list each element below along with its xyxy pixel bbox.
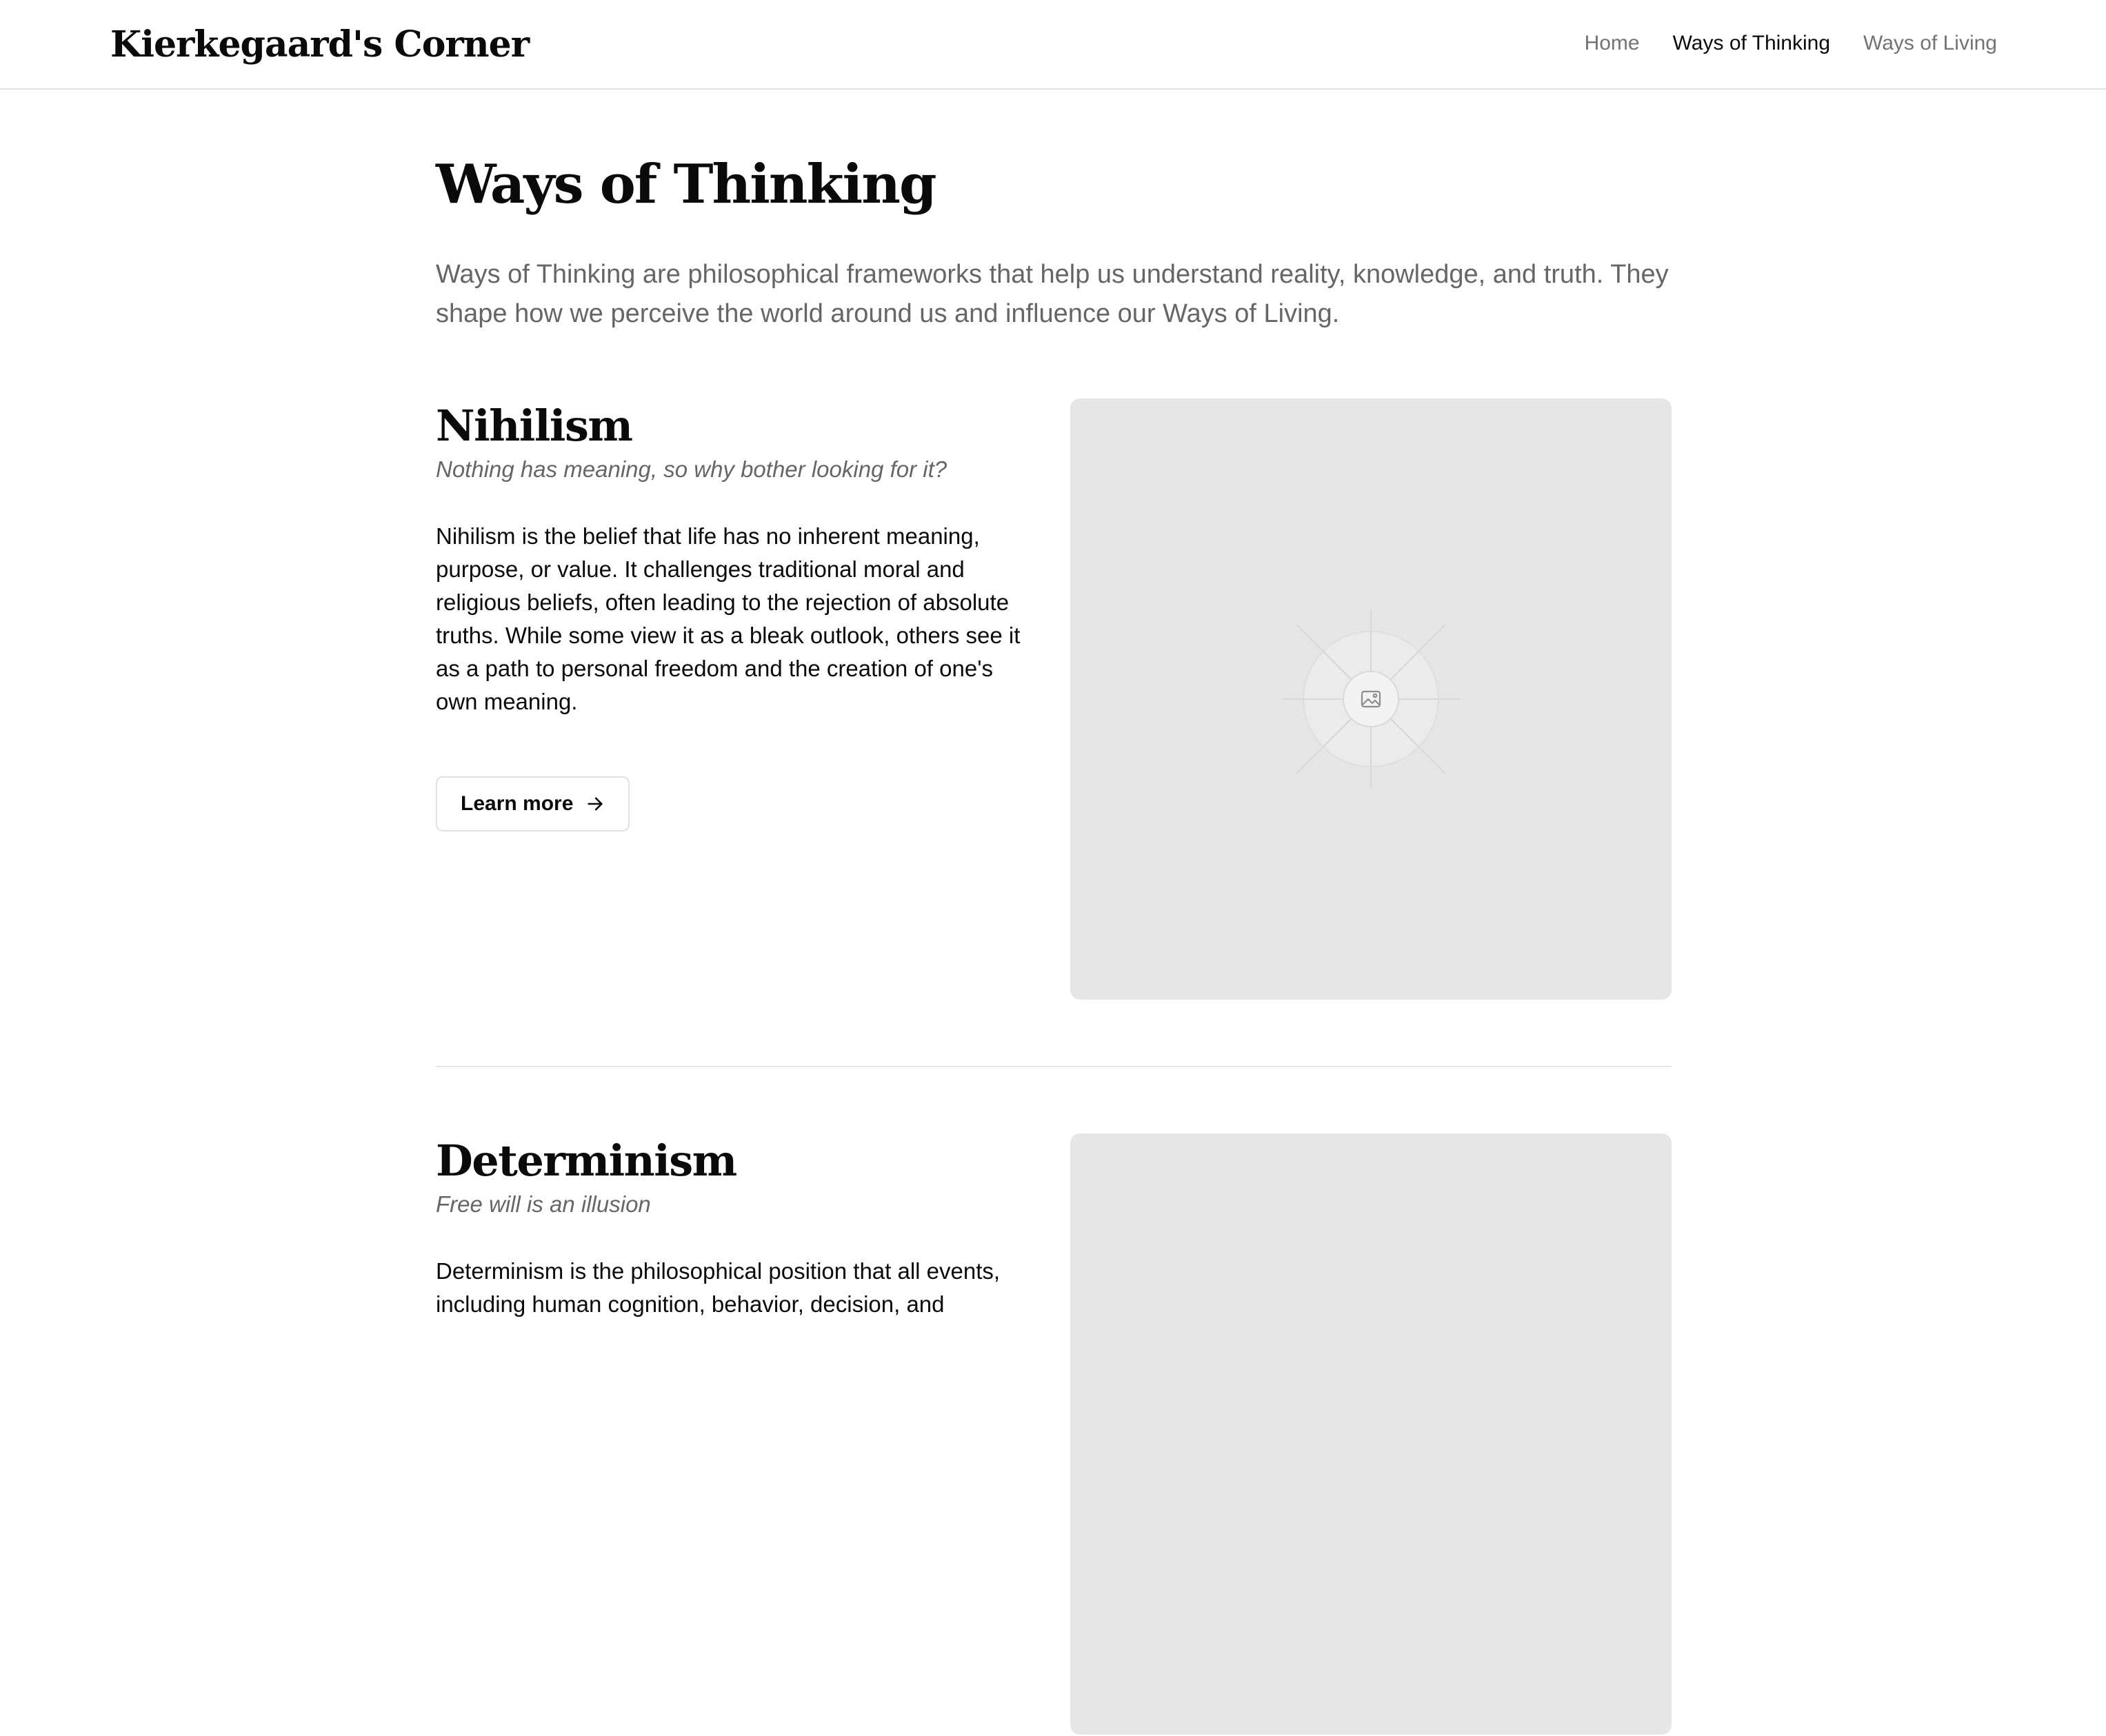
nav-link-ways-of-thinking[interactable]: Ways of Thinking — [1673, 30, 1830, 57]
page-intro: Ways of Thinking are philosophical frame… — [436, 260, 1669, 328]
image-icon — [1281, 609, 1461, 789]
nav-link-home[interactable]: Home — [1585, 30, 1640, 57]
section-description: Determinism is the philosophical positio… — [436, 1258, 1001, 1317]
section-nihilism: Nihilism Nothing has meaning, so why bot… — [436, 398, 1672, 1001]
section-tagline: Free will is an illusion — [436, 1191, 651, 1217]
nav-link-ways-of-living[interactable]: Ways of Living — [1863, 30, 1997, 57]
arrow-right-icon — [588, 797, 603, 811]
section-text: Nihilism Nothing has meaning, so why bot… — [436, 398, 1037, 831]
section-image-placeholder — [1070, 398, 1672, 1000]
learn-more-label: Learn more — [461, 792, 574, 815]
section-divider — [436, 1066, 1672, 1067]
learn-more-button[interactable]: Learn more — [436, 776, 630, 831]
main-nav: Home Ways of Thinking Ways of Living — [1585, 30, 1997, 57]
section-title: Nihilism — [436, 401, 633, 451]
section-text: Determinism Free will is an illusion Det… — [436, 1133, 1037, 1321]
page-title: Ways of Thinking — [436, 153, 937, 216]
site-logo[interactable]: Kierkegaard's Corner — [110, 21, 530, 69]
site-header: Kierkegaard's Corner Home Ways of Thinki… — [0, 0, 2106, 90]
section-title: Determinism — [436, 1136, 737, 1186]
section-determinism: Determinism Free will is an illusion Det… — [436, 1133, 1672, 1736]
section-image-placeholder — [1070, 1133, 1672, 1735]
section-tagline: Nothing has meaning, so why bother looki… — [436, 456, 947, 482]
section-description: Nihilism is the belief that life has no … — [436, 523, 1021, 714]
